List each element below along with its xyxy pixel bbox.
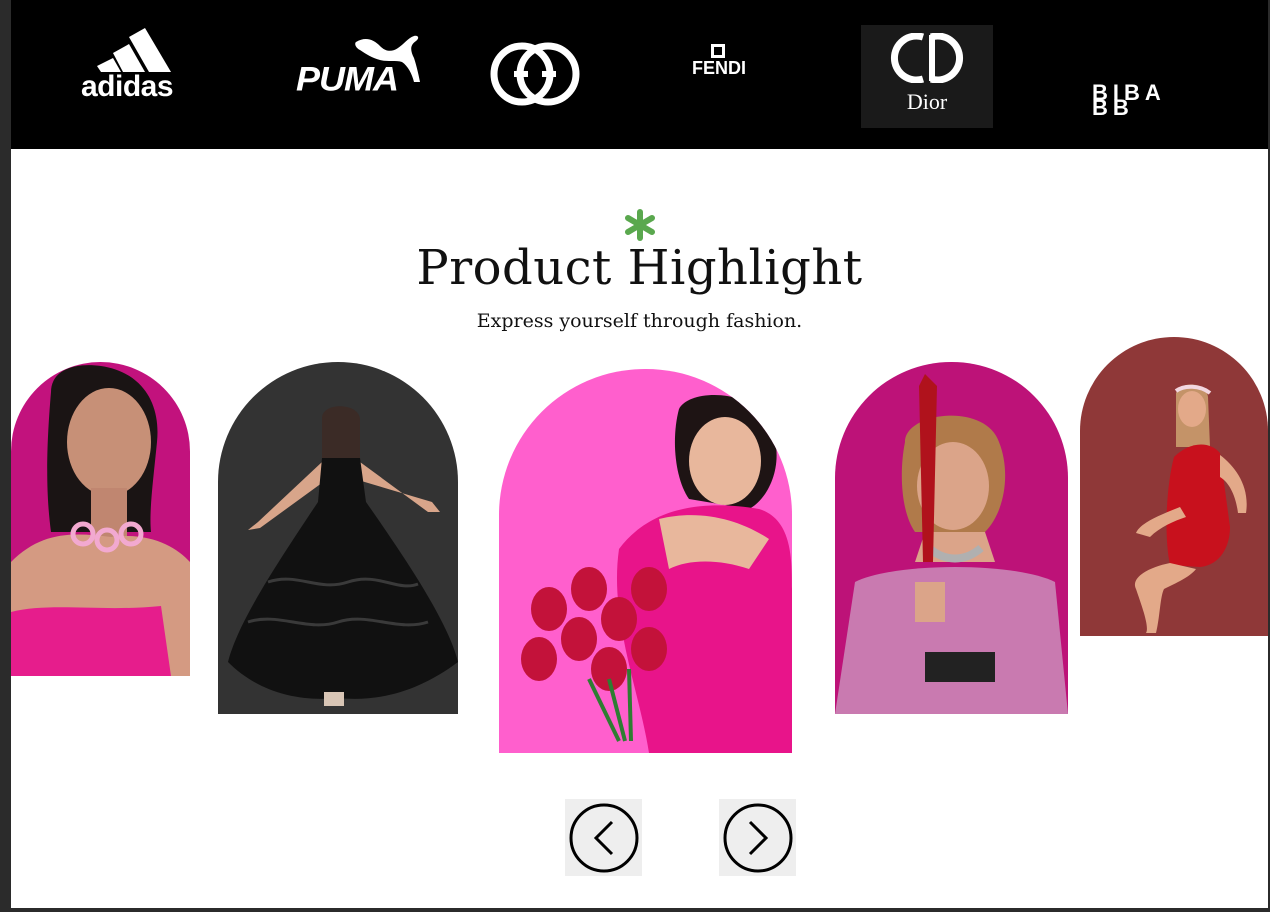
adidas-stripes-icon (97, 28, 171, 72)
model-pink-dress-tulips-image (521, 395, 792, 753)
model-red-dress-image (1134, 384, 1247, 633)
product-card-2[interactable] (218, 362, 458, 714)
product-card-1[interactable] (11, 362, 190, 676)
puma-wordmark: PUMA (296, 59, 399, 98)
page-frame: adidas PUMA FENDI Dior BB BIBA Product H… (11, 0, 1268, 908)
next-button[interactable] (719, 799, 796, 876)
asterisk-icon (625, 209, 655, 241)
fendi-ff-icon (711, 44, 725, 58)
adidas-wordmark: adidas (81, 70, 174, 103)
product-card-5[interactable] (1080, 337, 1268, 636)
product-card-3[interactable] (499, 369, 792, 753)
model-pink-strapless-image (11, 365, 190, 676)
chevron-right-icon (723, 803, 792, 872)
brand-biba-logo[interactable]: BB BIBA (1086, 26, 1166, 120)
model-black-gown-image (228, 406, 458, 706)
dior-cd-icon (890, 33, 964, 83)
model-pink-offshoulder-sword-image (835, 374, 1068, 714)
brand-fendi-logo[interactable]: FENDI (690, 44, 750, 84)
page-title: Product Highlight (416, 240, 863, 296)
chevron-left-icon (569, 803, 638, 872)
product-card-4[interactable] (835, 362, 1068, 714)
dior-wordmark: Dior (906, 89, 948, 114)
brand-puma-logo[interactable]: PUMA (296, 32, 426, 98)
gucci-interlocking-g-icon (490, 42, 580, 106)
biba-wordmark: BIBA (1092, 80, 1166, 105)
brand-gucci-logo[interactable] (486, 38, 584, 110)
brand-bar: adidas PUMA FENDI Dior BB BIBA (11, 0, 1268, 149)
fendi-wordmark: FENDI (692, 58, 746, 78)
page-subtitle: Express yourself through fashion. (476, 310, 803, 332)
brand-adidas-logo[interactable]: adidas (81, 26, 197, 104)
brand-dior-logo[interactable]: Dior (861, 25, 993, 128)
prev-button[interactable] (565, 799, 642, 876)
